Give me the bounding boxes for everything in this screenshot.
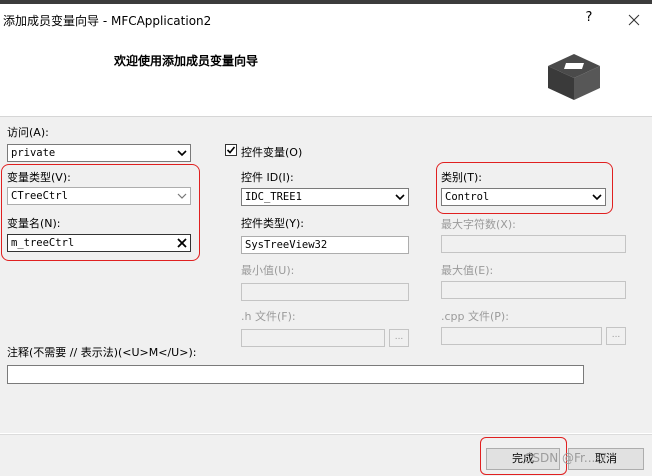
max-chars-label: 最大字符数(X): [441,218,516,231]
control-id-label: 控件 ID(I): [241,171,294,184]
h-file-browse-button[interactable]: ... [389,329,409,347]
access-value: private [11,147,56,159]
control-type-label: 控件类型(Y): [241,217,305,230]
control-type-field: SysTreeView32 [241,236,409,254]
h-file-label: .h 文件(F): [241,310,296,323]
cpp-file-label: .cpp 文件(P): [441,310,509,323]
checkmark-icon [226,146,236,154]
control-variable-label: 控件变量(O) [241,146,303,159]
title-bar: 添加成员变量向导 - MFCApplication2 ? [0,4,652,34]
control-id-value: IDC_TREE1 [245,191,302,203]
window-title: 添加成员变量向导 - MFCApplication2 [3,14,212,28]
h-file-input[interactable] [241,329,385,347]
cpp-file-input[interactable] [441,327,602,345]
cpp-file-browse-button[interactable]: ... [606,327,626,345]
watermark-text: CSDN @Fr...-7 [524,451,608,465]
max-value-input[interactable] [441,281,626,299]
help-button[interactable]: ? [580,10,598,30]
wizard-heading: 欢迎使用添加成员变量向导 [114,54,259,68]
comment-input[interactable] [7,365,584,384]
comment-label: 注释(不需要 // 表示法)(<U>M</U>): [7,346,197,359]
min-value-input[interactable] [241,283,409,301]
chevron-down-icon [177,150,187,157]
chevron-down-icon [395,194,405,201]
wizard-box-icon [546,52,602,105]
control-id-dropdown[interactable]: IDC_TREE1 [241,188,409,206]
control-type-value: SysTreeView32 [245,239,328,251]
access-label: 访问(A): [7,126,49,139]
control-variable-checkbox[interactable] [225,144,237,156]
max-value-label: 最大值(E): [441,264,494,277]
close-icon [628,14,640,26]
access-dropdown[interactable]: private [7,144,191,162]
highlight-box-variable [1,164,200,261]
close-button[interactable] [624,10,644,30]
max-chars-input[interactable] [441,235,626,253]
wizard-header: 欢迎使用添加成员变量向导 [0,34,652,117]
min-value-label: 最小值(U): [241,264,295,277]
highlight-box-category [436,162,613,214]
